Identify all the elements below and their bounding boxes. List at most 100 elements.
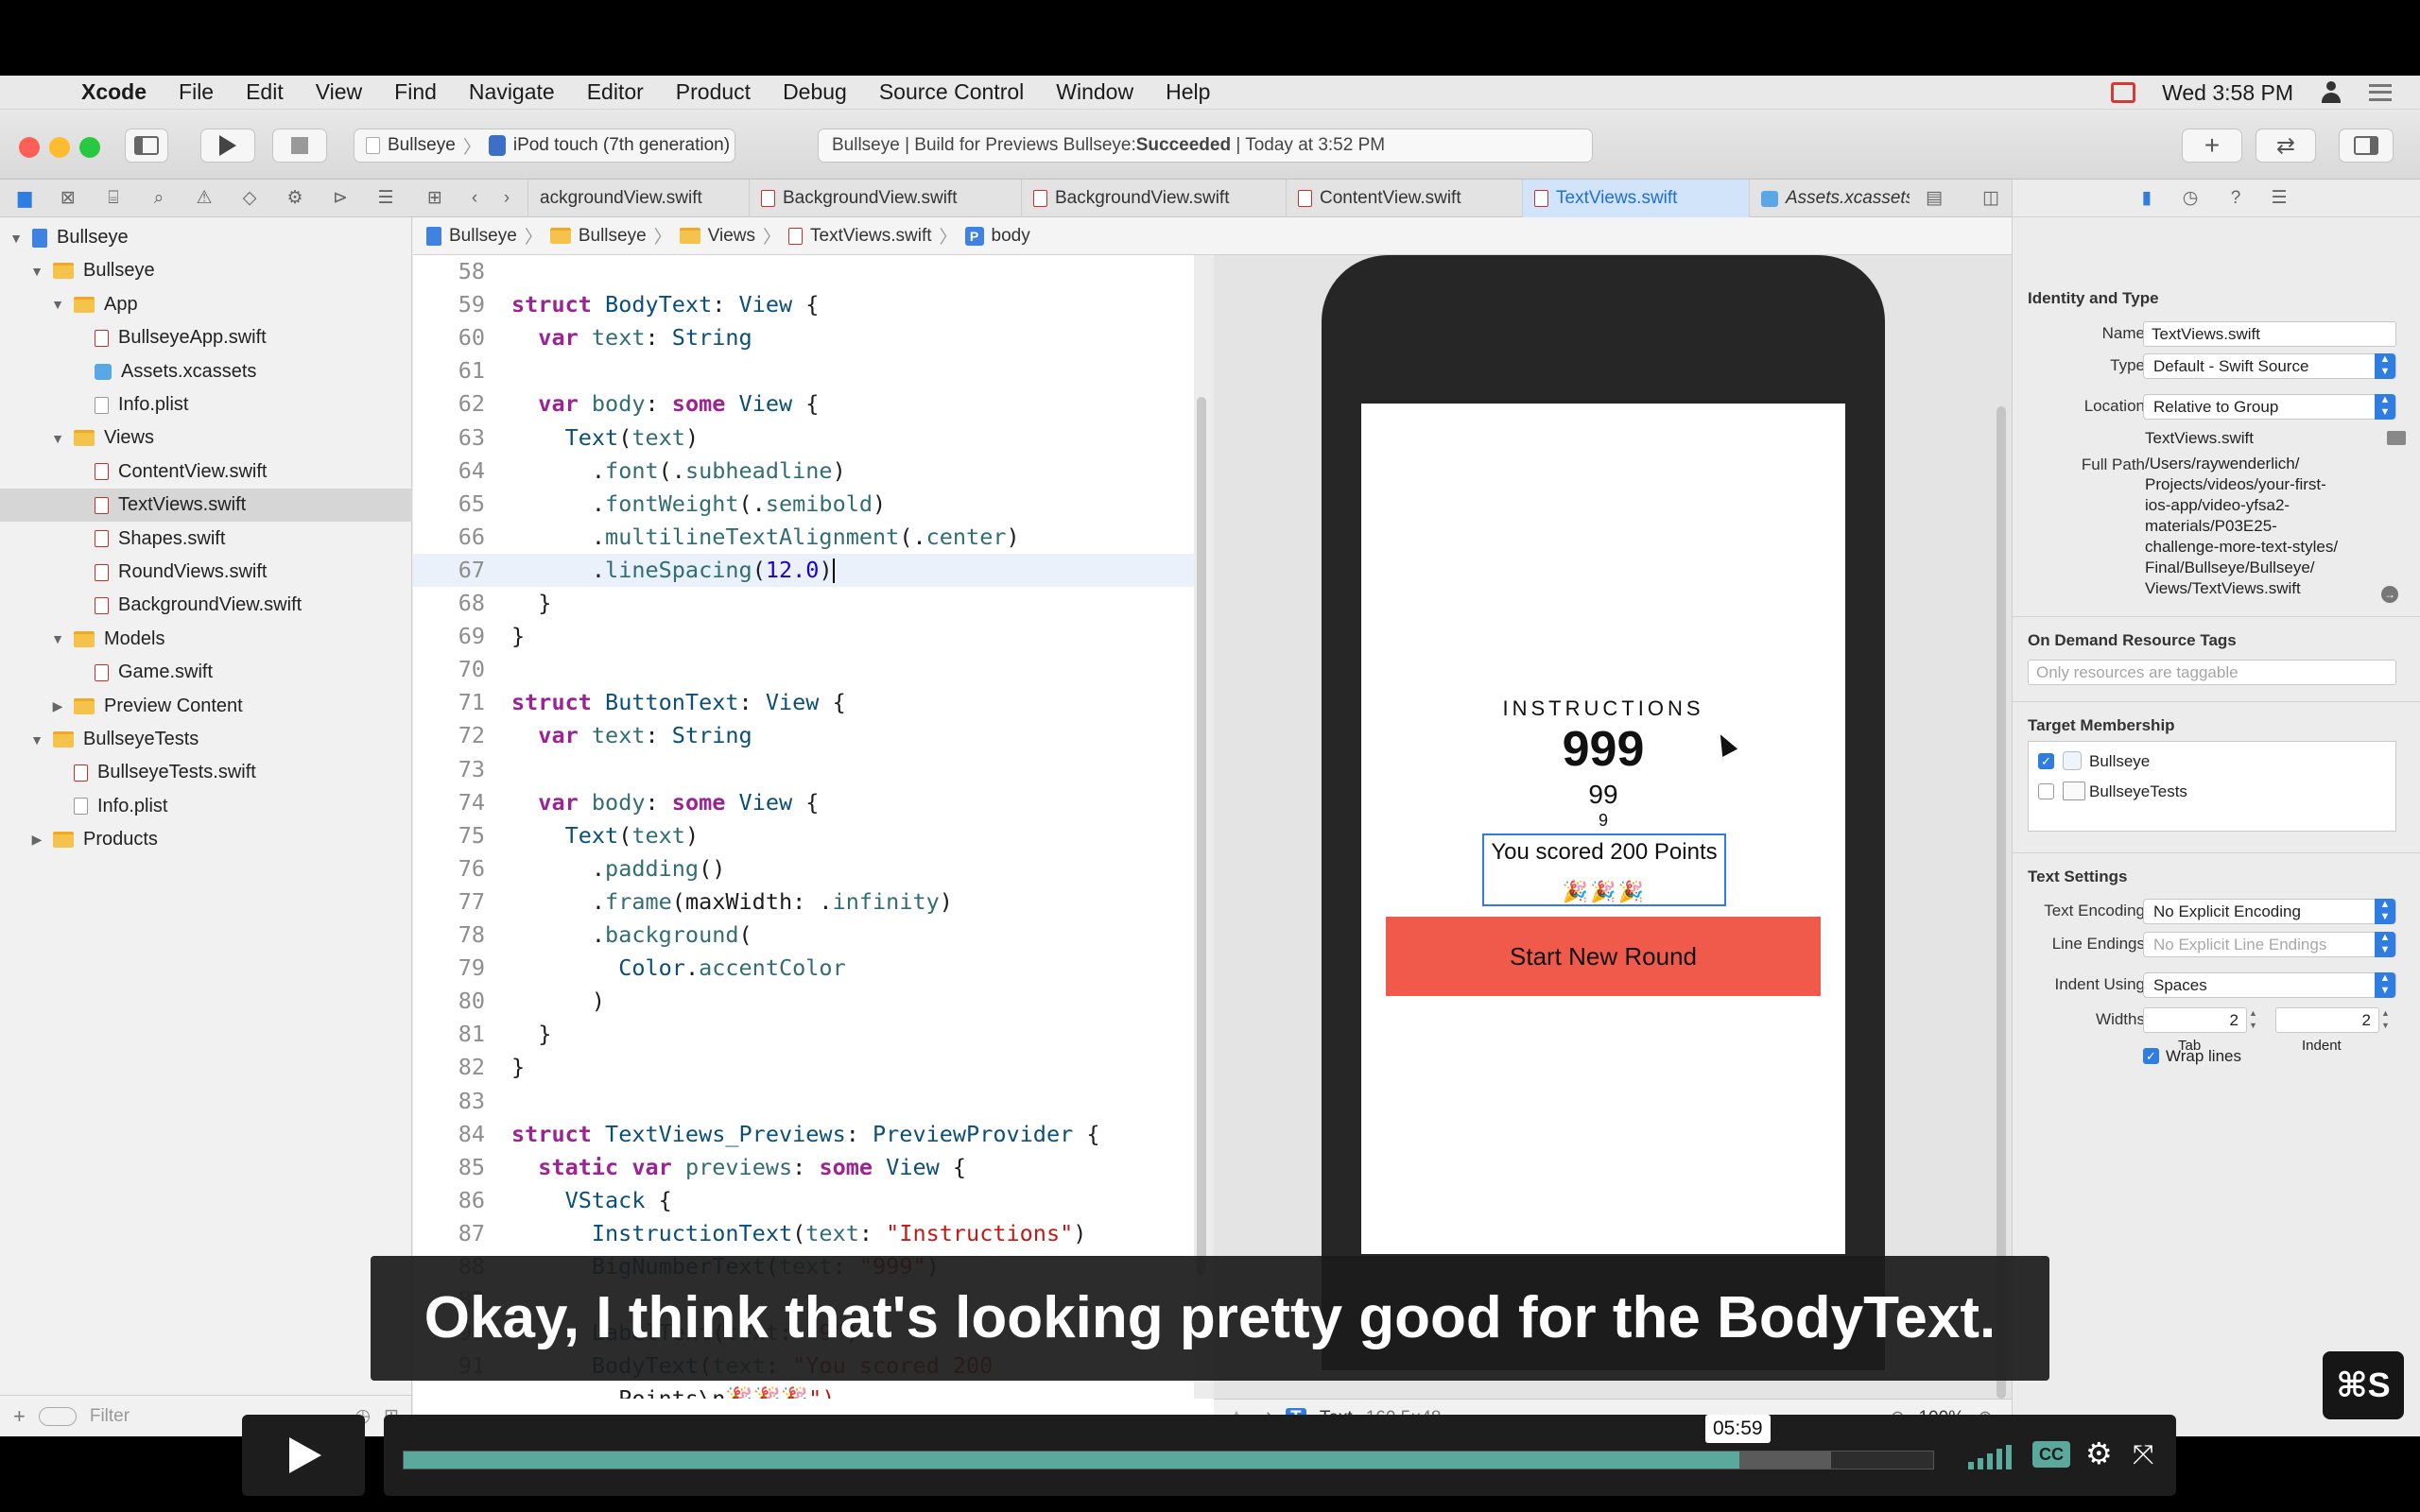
tab-textviews[interactable]: TextViews.swift — [1522, 180, 1749, 217]
code-line[interactable]: 84 struct TextViews_Previews: PreviewProv… — [413, 1118, 1194, 1151]
navigator-item[interactable]: Info.plist — [0, 388, 412, 421]
scheme-selector[interactable]: Bullseye 〉 iPod touch (7th generation) — [354, 129, 735, 163]
stop-button[interactable] — [272, 129, 327, 163]
canvas-scrollbar[interactable] — [1996, 406, 2006, 1399]
code-line[interactable]: 71 struct ButtonText: View { — [413, 686, 1194, 719]
disclosure-closed-icon[interactable]: ▶ — [51, 698, 64, 714]
code-line[interactable]: 63 Text(text) — [413, 421, 1194, 455]
menu-help[interactable]: Help — [1166, 79, 1210, 105]
add-editor-icon[interactable]: ◫ — [1979, 187, 2002, 210]
quick-help-icon[interactable]: ? — [2224, 187, 2247, 210]
filter-options-icon[interactable] — [38, 1406, 77, 1426]
settings-gear-icon[interactable]: ⚙ — [2085, 1435, 2113, 1471]
disclosure-open-icon[interactable]: ▼ — [30, 732, 43, 747]
code-line[interactable]: 62 var body: some View { — [413, 387, 1194, 421]
code-line[interactable]: 80 ) — [413, 985, 1194, 1018]
hide-inspector-button[interactable] — [2339, 129, 2394, 163]
navigator-item[interactable]: ▼ Bullseye — [0, 254, 412, 287]
code-line[interactable]: 85 static var previews: some View { — [413, 1151, 1194, 1184]
tab-backgroundview-2[interactable]: BackgroundView.swift — [749, 180, 996, 217]
code-line[interactable]: 75 Text(text) — [413, 819, 1194, 852]
source-control-navigator-icon[interactable]: ⊠ — [57, 187, 79, 210]
play-button[interactable] — [242, 1415, 365, 1496]
disclosure-open-icon[interactable]: ▼ — [51, 297, 64, 312]
history-inspector-icon[interactable]: ◷ — [2179, 187, 2202, 210]
close-window-button[interactable] — [19, 137, 40, 158]
code-line[interactable]: 60 var text: String — [413, 321, 1194, 354]
location-select[interactable]: Relative to Group ▲ ▼ — [2143, 394, 2396, 420]
progress-bar[interactable] — [403, 1451, 1934, 1469]
menu-source-control[interactable]: Source Control — [879, 79, 1024, 105]
code-line[interactable]: 70 — [413, 653, 1194, 686]
code-line[interactable]: 72 var text: String — [413, 719, 1194, 752]
preview-instruction-text[interactable]: INSTRUCTIONS — [1361, 696, 1845, 721]
menu-debug[interactable]: Debug — [783, 79, 847, 105]
code-line[interactable]: 77 .frame(maxWidth: .infinity) — [413, 885, 1194, 919]
code-line[interactable]: 66 .multilineTextAlignment(.center) — [413, 521, 1194, 554]
add-file-icon[interactable]: + — [13, 1404, 26, 1429]
text-encoding-select[interactable]: No Explicit Encoding ▲ ▼ — [2143, 899, 2396, 924]
source-editor[interactable]: 58 59 struct BodyText: View {60 var text: … — [413, 255, 1194, 1399]
debug-navigator-icon[interactable]: ⚙ — [284, 187, 306, 210]
run-button[interactable] — [200, 129, 255, 163]
clock[interactable]: Wed 3:58 PM — [2162, 80, 2293, 106]
menu-find[interactable]: Find — [394, 79, 437, 105]
code-line[interactable]: 81 } — [413, 1018, 1194, 1051]
folder-reveal-icon[interactable] — [2387, 431, 2406, 445]
menu-window[interactable]: Window — [1056, 79, 1133, 105]
preview-number-99[interactable]: 99 — [1361, 780, 1845, 810]
back-icon[interactable]: ‹ — [463, 187, 486, 210]
editor-scrollbar[interactable] — [1197, 397, 1206, 1276]
menu-editor[interactable]: Editor — [587, 79, 644, 105]
menu-app[interactable]: Xcode — [81, 79, 147, 105]
screen-recording-icon[interactable] — [2111, 82, 2136, 103]
navigator-item[interactable]: ▶ Products — [0, 823, 412, 856]
navigator-item[interactable]: ▶ Preview Content — [0, 690, 412, 723]
navigator-item[interactable]: Assets.xcassets — [0, 355, 412, 388]
navigator-item[interactable]: BackgroundView.swift — [0, 589, 412, 622]
code-line[interactable]: 65 .fontWeight(.semibold) — [413, 488, 1194, 521]
jump-project[interactable]: Bullseye — [449, 226, 517, 247]
attributes-inspector-icon[interactable]: ☰ — [2268, 187, 2290, 210]
code-line[interactable]: 59 struct BodyText: View { — [413, 288, 1194, 321]
navigator-item[interactable]: ▼ App — [0, 288, 412, 321]
project-navigator-icon[interactable]: ▆ — [13, 187, 36, 210]
wrap-lines-checkbox[interactable]: ✓ — [2143, 1048, 2159, 1064]
file-inspector-icon[interactable]: ▮ — [2135, 187, 2158, 210]
navigator-item[interactable]: ▼ Models — [0, 623, 412, 656]
type-select[interactable]: Default - Swift Source ▲ ▼ — [2143, 353, 2396, 379]
code-line[interactable]: 74 var body: some View { — [413, 786, 1194, 819]
code-line[interactable]: 76 .padding() — [413, 852, 1194, 885]
code-line[interactable]: 83 — [413, 1085, 1194, 1118]
code-line[interactable]: 86 VStack { — [413, 1184, 1194, 1217]
menu-product[interactable]: Product — [676, 79, 751, 105]
code-line[interactable]: Points\n🎉🎉🎉") — [413, 1383, 1194, 1399]
tab-contentview[interactable]: ContentView.swift — [1286, 180, 1522, 217]
disclosure-open-icon[interactable]: ▼ — [51, 431, 64, 446]
indent-width-stepper[interactable]: ▲ ▼ — [2381, 1007, 2394, 1033]
indent-width-field[interactable]: 2 — [2275, 1007, 2379, 1033]
navigator-item[interactable]: ▼ Views — [0, 421, 412, 455]
navigator-item[interactable]: Shapes.swift — [0, 523, 412, 556]
navigator-item[interactable]: ContentView.swift — [0, 455, 412, 489]
menu-view[interactable]: View — [316, 79, 362, 105]
line-endings-select[interactable]: No Explicit Line Endings ▲ ▼ — [2143, 932, 2396, 957]
forward-icon[interactable]: › — [495, 187, 518, 210]
disclosure-open-icon[interactable]: ▼ — [51, 631, 64, 646]
code-line[interactable]: 79 Color.accentColor — [413, 952, 1194, 985]
menu-edit[interactable]: Edit — [246, 79, 284, 105]
code-line[interactable]: 67 .lineSpacing(12.0) — [413, 553, 1194, 587]
tab-assets[interactable]: Assets.xcassets — [1749, 180, 1910, 217]
related-items-icon[interactable]: ⊞ — [424, 187, 446, 210]
symbol-navigator-icon[interactable]: ⌸ — [102, 187, 125, 210]
name-field[interactable]: TextViews.swift — [2143, 321, 2396, 347]
find-navigator-icon[interactable]: ⌕ — [147, 187, 170, 210]
user-icon[interactable] — [2320, 81, 2342, 104]
adjust-editor-options-icon[interactable]: ▤ — [1923, 187, 1945, 210]
tab-backgroundview-3[interactable]: BackgroundView.swift — [1021, 180, 1269, 217]
code-line[interactable]: 58 — [413, 255, 1194, 288]
tab-width-field[interactable]: 2 — [2143, 1007, 2247, 1033]
issue-navigator-icon[interactable]: ⚠ — [193, 187, 216, 210]
navigator-item[interactable]: RoundViews.swift — [0, 556, 412, 589]
library-button[interactable]: + — [2182, 129, 2242, 163]
